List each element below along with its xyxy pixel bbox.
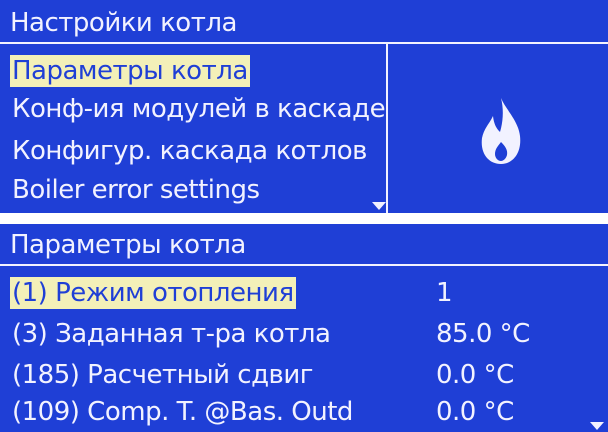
param-row-heating-mode-label[interactable]: (1) Режим отопления [10,277,296,309]
boiler-settings-screen: Настройки котла Параметры котла Конф-ия … [0,0,608,213]
title-divider [0,42,608,44]
menu-item-cascade-config[interactable]: Конфигур. каскада котлов [10,135,369,167]
page-title: Параметры котла [10,230,246,260]
flame-icon [481,98,521,164]
scroll-down-icon[interactable] [590,422,604,430]
panel-divider [386,42,388,213]
param-row-comp-outdoor-label[interactable]: (109) Comp. T. @Bas. Outd [10,396,355,428]
scroll-down-icon[interactable] [372,202,386,210]
param-row-boiler-setpoint-value: 85.0 °C [436,319,530,349]
param-row-comp-outdoor-value: 0.0 °C [436,397,514,427]
menu-item-boiler-error-settings[interactable]: Boiler error settings [10,174,262,206]
param-row-heating-mode-value: 1 [436,278,453,308]
param-row-calc-offset-label[interactable]: (185) Расчетный сдвиг [10,359,315,391]
param-row-calc-offset-value: 0.0 °C [436,360,514,390]
title-divider [0,264,608,266]
param-row-boiler-setpoint-label[interactable]: (3) Заданная т-ра котла [10,318,332,350]
page-title: Настройки котла [10,8,237,38]
boiler-parameters-screen: Параметры котла (1) Режим отопления 1 (3… [0,224,608,432]
menu-item-boiler-parameters[interactable]: Параметры котла [10,55,250,87]
menu-item-cascade-modules-config[interactable]: Конф-ия модулей в каскаде [10,93,387,125]
